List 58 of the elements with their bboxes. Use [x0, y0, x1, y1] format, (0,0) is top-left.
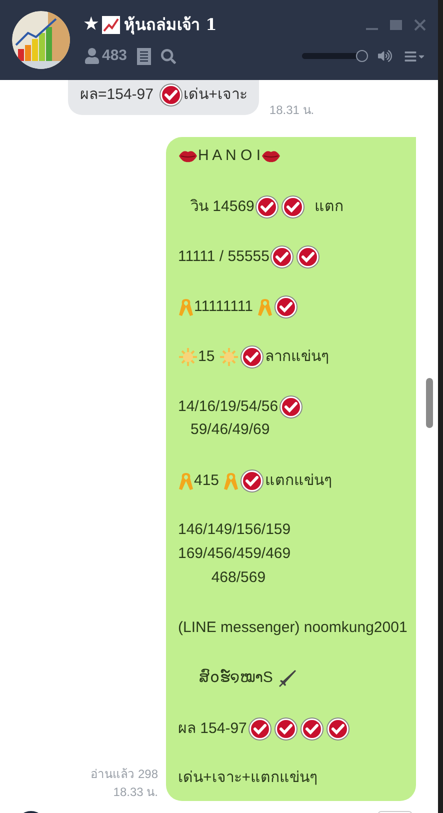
lips-icon	[260, 149, 281, 164]
lips-icon	[178, 149, 198, 164]
message-text: H A N O I	[198, 147, 261, 164]
menu-icon[interactable]	[404, 50, 417, 62]
member-icon	[84, 48, 100, 64]
message-text: 169/456/459/469	[178, 545, 291, 562]
message-text: 15	[198, 348, 216, 365]
check-icon	[326, 717, 350, 741]
check-icon	[240, 345, 264, 369]
check-icon	[270, 245, 294, 269]
ribbon-icon	[178, 471, 194, 491]
message-text: 415	[194, 472, 220, 489]
check-icon	[274, 295, 298, 319]
message-text: (LINE messenger) noomkung2001	[178, 619, 408, 636]
check-icon	[281, 195, 306, 219]
message-time: 18.33 น.	[113, 784, 158, 801]
check-icon	[274, 717, 298, 741]
member-count: 483	[102, 46, 128, 66]
check-icon	[255, 195, 280, 219]
message-text: วิน 14569	[190, 198, 254, 215]
check-icon	[296, 245, 320, 269]
message-text: 11111 / 55555	[178, 248, 270, 265]
search-icon[interactable]	[161, 48, 176, 64]
ribbon-icon	[223, 471, 240, 491]
check-icon	[248, 717, 272, 741]
read-receipt: อ่านแล้ว 298	[90, 766, 158, 783]
message-text: 59/46/49/69	[190, 421, 270, 438]
message-text: เด่น+เจาะ+แตกแข่นๆ	[178, 769, 318, 786]
chat-title: หุ้นถล่มเจ้า 1	[124, 14, 217, 36]
ribbon-icon	[178, 297, 194, 317]
message-text: เด่น+เจาะ	[184, 86, 248, 103]
star-mark: ★	[84, 14, 98, 35]
message-text: 468/569	[210, 569, 266, 586]
ribbon-icon	[257, 297, 274, 317]
speaker-icon[interactable]	[378, 49, 392, 63]
check-icon	[300, 717, 324, 741]
message-text: 14/16/19/54/56	[178, 398, 278, 415]
message-text: ลากแข่นๆ	[264, 348, 329, 365]
notes-icon[interactable]	[137, 48, 152, 64]
close-icon[interactable]	[414, 18, 426, 31]
chart-icon	[102, 16, 120, 34]
message-text: ผล 154-97	[178, 720, 247, 737]
message-text: แตกแข่นๆ	[265, 472, 332, 489]
sun-icon	[218, 347, 239, 367]
message-time: 18.31 น.	[269, 102, 314, 119]
message-text: แตก	[314, 198, 344, 215]
volume-slider[interactable]	[302, 50, 366, 62]
check-icon	[240, 469, 264, 493]
message-text: 11111111	[194, 298, 254, 315]
maximize-icon[interactable]	[390, 18, 402, 31]
message-text: ສົ໐ຮ໌໑ໝາS	[198, 669, 274, 686]
check-icon	[279, 395, 304, 419]
message-text: ผล=154-97	[80, 86, 154, 103]
check-icon	[158, 83, 183, 107]
scrollbar-thumb[interactable]	[426, 378, 433, 428]
dagger-icon	[277, 668, 298, 688]
message-text: 146/149/156/159	[178, 521, 291, 538]
sun-icon	[178, 347, 198, 367]
